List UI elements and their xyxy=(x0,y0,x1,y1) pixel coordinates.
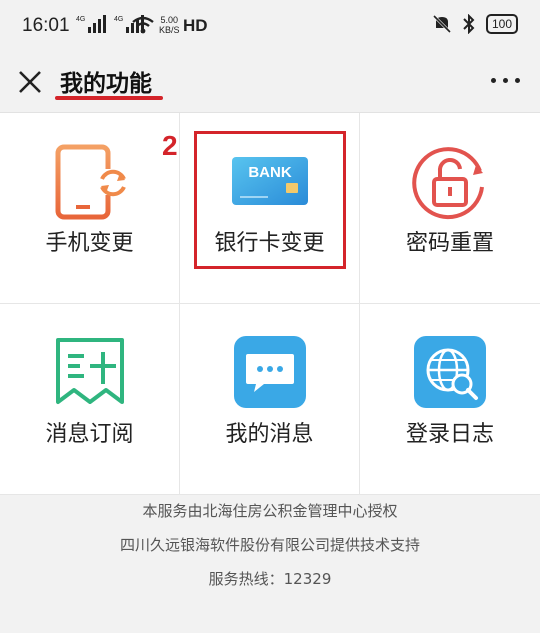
speed-value: 5.00 xyxy=(160,15,179,25)
title-underline-annotation xyxy=(55,96,163,100)
net-speed: 5.00 KB/S xyxy=(159,15,180,35)
footer-line-support: 四川久远银海软件股份有限公司提供技术支持 xyxy=(119,536,420,554)
grid-item-message-subscribe[interactable]: 消息订阅 xyxy=(0,304,180,495)
highlight-box-annotation xyxy=(194,131,346,269)
close-icon[interactable] xyxy=(14,66,46,98)
phone-change-icon xyxy=(55,144,126,220)
signal-icon: 4G xyxy=(76,15,106,33)
grid-item-phone-change[interactable]: 手机变更 xyxy=(0,113,180,304)
message-icon xyxy=(233,336,306,408)
network1-text: 4G xyxy=(76,16,85,23)
wifi-icon xyxy=(132,16,154,34)
footer-line-authorization: 本服务由北海住房公积金管理中心授权 xyxy=(142,502,398,520)
bluetooth-icon xyxy=(463,14,475,34)
page-title: 我的功能 xyxy=(60,71,152,97)
network2-text: 4G xyxy=(114,16,123,23)
hd-indicator: HD xyxy=(183,16,208,35)
status-right: 100 xyxy=(432,14,518,34)
subscribe-icon xyxy=(55,338,124,404)
grid-item-label: 我的消息 xyxy=(225,422,314,447)
footer-line-hotline: 服务热线：12329 xyxy=(208,570,332,588)
grid-item-label: 手机变更 xyxy=(45,231,134,256)
footer: 本服务由北海住房公积金管理中心授权 四川久远银海软件股份有限公司提供技术支持 服… xyxy=(0,494,540,596)
grid-item-label: 登录日志 xyxy=(405,422,494,447)
unlock-icon xyxy=(412,147,484,220)
step-number-annotation: 2 xyxy=(162,130,178,161)
speed-unit: KB/S xyxy=(159,25,180,35)
grid-item-login-log[interactable]: 登录日志 xyxy=(360,304,540,495)
grid-item-my-messages[interactable]: 我的消息 xyxy=(180,304,360,495)
status-bar: 16:01 4G 4G 5.00 KB/S HD 100 xyxy=(0,0,540,52)
status-time: 16:01 xyxy=(22,15,70,36)
battery-icon: 100 xyxy=(485,14,518,34)
grid-item-label: 消息订阅 xyxy=(45,422,134,447)
mute-icon xyxy=(432,14,452,34)
globe-search-icon xyxy=(414,336,486,408)
more-menu-icon[interactable] xyxy=(491,78,520,83)
grid-item-label: 密码重置 xyxy=(405,231,494,256)
grid-item-password-reset[interactable]: 密码重置 xyxy=(360,113,540,304)
title-bar: 我的功能 xyxy=(0,52,540,112)
